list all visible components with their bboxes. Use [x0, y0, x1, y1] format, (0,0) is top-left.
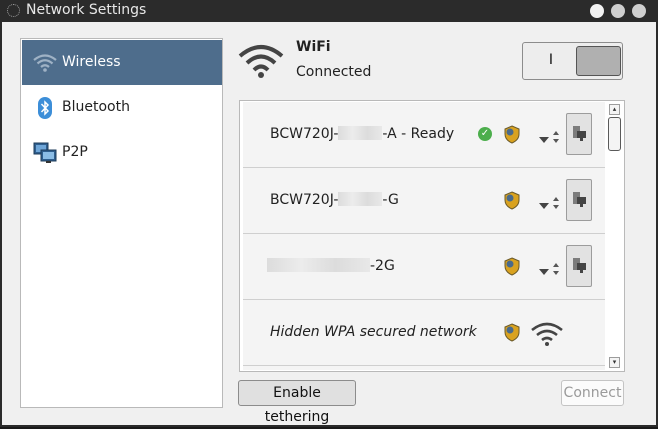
wifi-icon: [33, 51, 57, 75]
network-row-hidden[interactable]: Hidden WPA secured network: [243, 300, 605, 366]
security-shield-icon: [502, 124, 522, 144]
network-list-viewport: BCW720J- -A - Ready ✓ BCW720J- -G -2G Hi…: [243, 102, 605, 370]
network-row[interactable]: BCW720J- -A - Ready ✓: [243, 102, 605, 168]
connected-check-icon: ✓: [478, 127, 492, 141]
sidebar: Wireless Bluetooth P2P: [20, 38, 223, 408]
connect-button[interactable]: Connect: [561, 380, 624, 406]
signal-strength-icon: [539, 265, 549, 275]
security-shield-icon: [502, 190, 522, 210]
toggle-knob[interactable]: [576, 46, 621, 76]
network-row[interactable]: -2G: [243, 234, 605, 300]
signal-strength-icon: [539, 199, 549, 209]
security-shield-icon: [502, 256, 522, 276]
wifi-icon: [530, 319, 564, 347]
app-icon: [7, 4, 20, 17]
network-row[interactable]: BCW720J- -G: [243, 168, 605, 234]
security-shield-icon: [502, 322, 522, 342]
network-list: BCW720J- -A - Ready ✓ BCW720J- -G -2G Hi…: [239, 100, 625, 372]
network-list-scrollbar[interactable]: ▴ ▾: [606, 102, 623, 370]
signal-strength-icon: [539, 133, 549, 143]
scroll-down-arrow-icon[interactable]: ▾: [609, 357, 620, 368]
scroll-thumb[interactable]: [608, 117, 621, 151]
network-name: BCW720J- -G: [270, 192, 399, 208]
network-details-button[interactable]: [566, 245, 592, 287]
priority-stepper-icon[interactable]: [552, 130, 560, 144]
window-content: Wireless Bluetooth P2P WiFi Connected I …: [2, 22, 656, 425]
sidebar-item-label: Bluetooth: [62, 99, 130, 115]
redacted-text: [338, 192, 383, 206]
toggle-on-label: I: [548, 52, 554, 68]
sidebar-item-wireless[interactable]: Wireless: [22, 40, 222, 85]
scroll-up-arrow-icon[interactable]: ▴: [609, 104, 620, 115]
connection-status: Connected: [296, 64, 372, 80]
network-name: -2G: [267, 258, 395, 274]
sidebar-item-bluetooth[interactable]: Bluetooth: [22, 85, 222, 130]
sidebar-item-label: P2P: [62, 144, 88, 160]
wifi-toggle[interactable]: I: [522, 42, 623, 80]
enable-tethering-button[interactable]: Enable tethering: [238, 380, 356, 425]
network-name: Hidden WPA secured network: [270, 324, 477, 340]
priority-stepper-icon[interactable]: [552, 262, 560, 276]
minimize-button[interactable]: [611, 4, 625, 18]
redacted-text: [338, 126, 383, 140]
wifi-title: WiFi: [296, 39, 331, 55]
window-title: Network Settings: [26, 2, 147, 18]
priority-stepper-icon[interactable]: [552, 196, 560, 210]
p2p-icon: [33, 141, 57, 165]
sidebar-item-label: Wireless: [62, 54, 121, 70]
network-name: BCW720J- -A - Ready: [270, 126, 455, 142]
redacted-text: [267, 258, 370, 272]
network-details-button[interactable]: [566, 113, 592, 155]
wifi-status-icon: [238, 40, 284, 80]
maximize-button[interactable]: [590, 4, 604, 18]
network-settings-window: Network Settings Wireless Bluetooth P2P …: [0, 0, 658, 427]
bluetooth-icon: [33, 96, 57, 120]
sidebar-item-p2p[interactable]: P2P: [22, 130, 222, 175]
close-button[interactable]: [632, 4, 646, 18]
network-details-button[interactable]: [566, 179, 592, 221]
title-bar[interactable]: Network Settings: [0, 0, 658, 22]
